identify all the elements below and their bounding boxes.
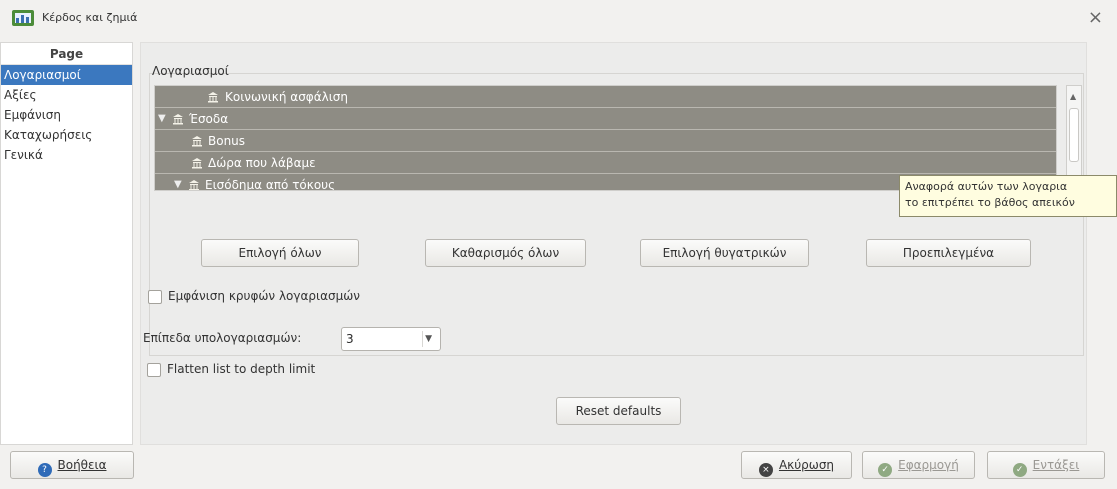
bank-icon bbox=[208, 92, 218, 103]
levels-select[interactable]: 3 ▼ bbox=[341, 327, 441, 351]
accounts-group-label: Λογαριασμοί bbox=[152, 64, 229, 78]
flatten-label: Flatten list to depth limit bbox=[167, 362, 316, 376]
reset-defaults-button[interactable]: Reset defaults bbox=[556, 397, 681, 425]
flatten-checkbox[interactable] bbox=[147, 363, 161, 377]
ok-button[interactable]: ✓ Εντάξει bbox=[987, 451, 1105, 479]
apply-icon: ✓ bbox=[878, 463, 893, 477]
report-icon bbox=[12, 10, 34, 26]
tree-row-label: Έσοδα bbox=[189, 112, 229, 126]
report-options-dialog: Κέρδος και ζημιά × Page Λογαριασμοί Αξίε… bbox=[0, 0, 1117, 489]
defaults-button[interactable]: Προεπιλεγμένα bbox=[866, 239, 1031, 267]
cancel-icon: × bbox=[758, 463, 773, 477]
close-icon[interactable]: × bbox=[1088, 7, 1103, 28]
bank-icon bbox=[192, 158, 202, 169]
apply-label: Εφαρμογή bbox=[898, 458, 959, 472]
tooltip: Αναφορά αυτών των λογαρια το επιτρέπει τ… bbox=[899, 175, 1117, 217]
help-button[interactable]: ? Βοήθεια bbox=[10, 451, 134, 479]
sidebar-item-display[interactable]: Εμφάνιση bbox=[1, 105, 132, 125]
levels-label: Επίπεδα υπολογαριασμών: bbox=[143, 331, 302, 345]
tree-row-bonus[interactable]: Bonus bbox=[155, 130, 1056, 152]
help-icon: ? bbox=[37, 463, 52, 477]
bank-icon bbox=[173, 114, 183, 125]
sidebar-item-commodities[interactable]: Αξίες bbox=[1, 85, 132, 105]
window-title: Κέρδος και ζημιά bbox=[42, 11, 138, 24]
ok-label: Εντάξει bbox=[1032, 458, 1080, 472]
chevron-down-icon[interactable]: ▼ bbox=[158, 108, 166, 130]
cancel-button[interactable]: × Ακύρωση bbox=[741, 451, 852, 479]
select-all-button[interactable]: Επιλογή όλων bbox=[201, 239, 359, 267]
cancel-label: Ακύρωση bbox=[778, 458, 835, 472]
tree-row-social-security[interactable]: Κοινωνική ασφάλιση bbox=[155, 86, 1056, 108]
bank-icon bbox=[189, 180, 199, 190]
combo-separator bbox=[422, 331, 423, 347]
apply-button[interactable]: ✓ Εφαρμογή bbox=[862, 451, 975, 479]
scroll-up-icon[interactable]: ▲ bbox=[1070, 92, 1076, 101]
tree-row-label: Δώρα που λάβαμε bbox=[208, 156, 316, 170]
page-sidebar: Page Λογαριασμοί Αξίες Εμφάνιση Καταχωρή… bbox=[0, 42, 133, 445]
sidebar-item-entries[interactable]: Καταχωρήσεις bbox=[1, 125, 132, 145]
chevron-down-icon: ▼ bbox=[425, 334, 432, 344]
tooltip-line: το επιτρέπει το βάθος απεικόν bbox=[905, 196, 1075, 209]
show-hidden-label: Εμφάνιση κρυφών λογαριασμών bbox=[168, 289, 360, 303]
sidebar-item-accounts[interactable]: Λογαριασμοί bbox=[1, 65, 132, 85]
scrollbar-thumb[interactable] bbox=[1069, 108, 1079, 162]
tooltip-line: Αναφορά αυτών των λογαρια bbox=[905, 180, 1068, 193]
bank-icon bbox=[192, 136, 202, 147]
ok-icon: ✓ bbox=[1012, 463, 1027, 477]
title-bar: Κέρδος και ζημιά × bbox=[0, 0, 1117, 36]
select-children-button[interactable]: Επιλογή θυγατρικών bbox=[640, 239, 809, 267]
tree-row-label: Bonus bbox=[208, 134, 246, 148]
sidebar-item-general[interactable]: Γενικά bbox=[1, 145, 132, 165]
sidebar-header: Page bbox=[1, 43, 132, 65]
chevron-down-icon[interactable]: ▼ bbox=[174, 174, 182, 190]
show-hidden-checkbox[interactable] bbox=[148, 290, 162, 304]
levels-value: 3 bbox=[346, 332, 354, 346]
help-label: Βοήθεια bbox=[57, 458, 107, 472]
clear-all-button[interactable]: Καθαρισμός όλων bbox=[425, 239, 586, 267]
tree-row-label: Κοινωνική ασφάλιση bbox=[225, 90, 348, 104]
tree-row-gifts-received[interactable]: Δώρα που λάβαμε bbox=[155, 152, 1056, 174]
tree-row-label: Εισόδημα από τόκους bbox=[205, 178, 336, 191]
tree-row-income[interactable]: ▼ Έσοδα bbox=[155, 108, 1056, 130]
